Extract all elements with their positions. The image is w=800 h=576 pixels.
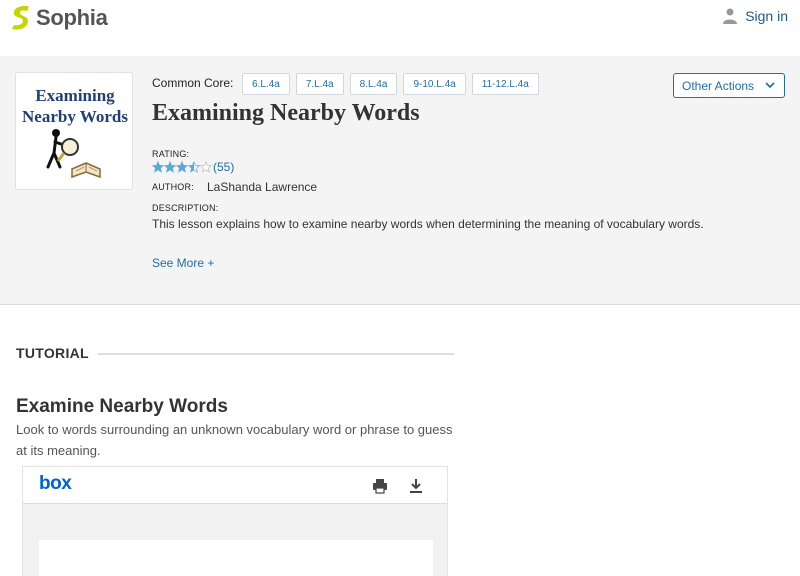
standard-tag[interactable]: 7.L.4a (295, 73, 344, 95)
description-label: DESCRIPTION: (152, 203, 219, 213)
standard-tag[interactable]: 11-12.L.4a (471, 73, 539, 95)
rating-stars (152, 161, 212, 173)
rating-label: RATING: (152, 149, 190, 159)
description-text: This lesson explains how to examine near… (152, 217, 704, 231)
chevron-down-icon (765, 82, 775, 89)
common-core-tags: 6.L.4a 7.L.4a 8.L.4a 9-10.L.4a 11-12.L.4… (242, 73, 539, 95)
box-logo[interactable]: box (39, 473, 72, 495)
thumbnail-title: Examining Nearby Words (22, 86, 128, 126)
print-icon[interactable] (372, 478, 388, 494)
star-icon (176, 161, 188, 173)
lesson-thumbnail: Examining Nearby Words (15, 72, 133, 190)
sophia-logo-icon (12, 6, 29, 30)
other-actions-dropdown[interactable]: Other Actions (673, 73, 785, 98)
standard-tag[interactable]: 9-10.L.4a (403, 73, 466, 95)
magnifier-book-illustration (46, 129, 101, 179)
tutorial-heading: TUTORIAL (16, 345, 89, 361)
document-page (39, 540, 433, 576)
section-description: Look to words surrounding an unknown voc… (16, 422, 453, 458)
star-icon (164, 161, 176, 173)
sign-in-label: Sign in (745, 8, 788, 24)
author-name: LaShanda Lawrence (207, 180, 318, 194)
star-icon (152, 161, 164, 173)
star-icon (200, 161, 212, 173)
common-core-label: Common Core: (152, 76, 234, 90)
standard-tag[interactable]: 8.L.4a (349, 73, 398, 95)
tutorial-divider (98, 353, 454, 355)
section-title: Examine Nearby Words (16, 396, 228, 417)
other-actions-label: Other Actions (682, 78, 755, 93)
lesson-header: Examining Nearby Words Common Core: 6.L.… (0, 56, 800, 305)
person-icon (723, 8, 738, 24)
star-icon (188, 161, 200, 173)
viewer-toolbar: box (23, 467, 447, 504)
box-document-viewer[interactable]: box (22, 466, 448, 576)
standard-tag[interactable]: 6.L.4a (242, 73, 290, 95)
rating[interactable]: (55) (152, 160, 234, 174)
rating-count[interactable]: (55) (213, 160, 234, 174)
download-icon[interactable] (408, 478, 424, 494)
sophia-logo[interactable]: Sophia (10, 4, 108, 32)
lesson-title: Examining Nearby Words (152, 100, 420, 126)
top-nav: Sophia Sign in (0, 0, 800, 56)
author-label: AUTHOR: (152, 182, 194, 192)
see-more-link[interactable]: See More + (152, 256, 214, 270)
logo-text: Sophia (36, 5, 108, 30)
sign-in-link[interactable]: Sign in (723, 8, 788, 24)
